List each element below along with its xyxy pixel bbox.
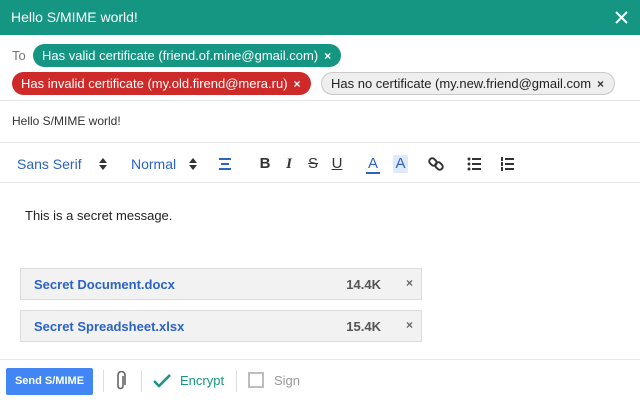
bulleted-list-icon[interactable] [467,155,482,173]
remove-recipient-icon[interactable]: × [597,74,604,95]
remove-attachment-icon[interactable]: × [406,276,413,290]
to-label: To [12,48,26,63]
divider [236,370,237,392]
strikethrough-icon[interactable]: S [307,155,319,173]
recipient-chip-label: Has no certificate (my.new.friend@gmail.… [331,76,592,91]
font-family-select[interactable]: Sans Serif [17,145,82,183]
attachment-name[interactable]: Secret Document.docx [34,277,175,292]
recipients-field[interactable]: To Has valid certificate (friend.of.mine… [0,35,640,101]
encrypt-label[interactable]: Encrypt [180,373,224,388]
recipient-chip-valid[interactable]: Has valid certificate (friend.of.mine@gm… [33,44,342,68]
attachment[interactable]: Secret Spreadsheet.xlsx 15.4K × [20,310,422,342]
encrypt-check-icon[interactable] [152,373,172,389]
sign-checkbox[interactable] [248,372,264,388]
paperclip-icon[interactable] [115,371,127,391]
divider [141,370,142,392]
attachment-size: 15.4K [346,319,381,334]
divider [0,142,640,143]
bold-icon[interactable]: B [259,155,271,173]
italic-icon[interactable]: I [284,155,294,173]
attachment-size: 14.4K [346,277,381,292]
recipient-chip-no-certificate[interactable]: Has no certificate (my.new.friend@gmail.… [321,72,616,95]
formatting-toolbar: Sans Serif Normal B I S U A A [0,145,640,183]
remove-attachment-icon[interactable]: × [406,318,413,332]
sign-label[interactable]: Sign [274,373,300,388]
remove-recipient-icon[interactable]: × [324,45,331,68]
close-icon[interactable] [615,11,628,24]
highlight-icon[interactable]: A [393,155,408,173]
attachment[interactable]: Secret Document.docx 14.4K × [20,268,422,300]
link-icon[interactable] [428,155,444,173]
message-body[interactable]: This is a secret message. [25,208,172,223]
remove-recipient-icon[interactable]: × [294,73,301,96]
recipient-chip-label: Has invalid certificate (my.old.firend@m… [21,76,288,91]
title-bar: Hello S/MIME world! [0,0,640,35]
recipient-chip-invalid[interactable]: Has invalid certificate (my.old.firend@m… [12,72,311,95]
send-smime-button[interactable]: Send S/MIME [6,368,93,395]
font-size-select[interactable]: Normal [131,145,176,183]
recipient-chip-label: Has valid certificate (friend.of.mine@gm… [42,48,319,63]
font-family-updown-icon[interactable] [99,158,107,170]
divider [103,370,104,392]
compose-footer: Send S/MIME Encrypt Sign [0,359,640,400]
underline-icon[interactable]: U [331,155,343,173]
attachment-name[interactable]: Secret Spreadsheet.xlsx [34,319,184,334]
subject-field[interactable]: Hello S/MIME world! [12,114,121,128]
align-icon[interactable] [218,155,232,173]
font-size-updown-icon[interactable] [189,158,197,170]
window-title: Hello S/MIME world! [11,9,138,25]
numbered-list-icon[interactable] [500,155,515,173]
text-color-icon[interactable]: A [366,155,380,174]
